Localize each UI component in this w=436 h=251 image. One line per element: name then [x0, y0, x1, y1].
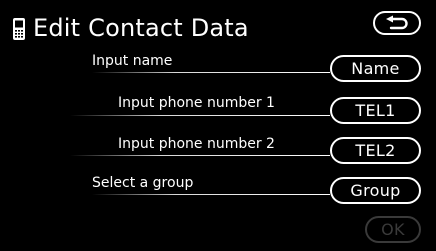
page-title: Edit Contact Data [33, 14, 249, 42]
mobile-phone-icon [13, 18, 25, 40]
row-divider [92, 72, 330, 73]
tel2-button[interactable]: TEL2 [330, 137, 421, 164]
tel1-button[interactable]: TEL1 [330, 97, 421, 124]
group-button[interactable]: Group [330, 177, 421, 204]
ok-button[interactable]: OK [365, 216, 421, 243]
name-button[interactable]: Name [330, 55, 421, 82]
input-phone-number-1-label: Input phone number 1 [118, 95, 275, 111]
select-a-group-label: Select a group [92, 175, 194, 191]
row-divider [92, 194, 330, 195]
input-phone-number-2-label: Input phone number 2 [118, 136, 275, 152]
input-name-label: Input name [92, 53, 173, 69]
back-button[interactable] [373, 11, 421, 35]
u-turn-back-arrow-icon [386, 15, 408, 30]
edit-contact-data-screen: Edit Contact Data Input name Name Input … [0, 0, 436, 251]
row-divider [70, 115, 330, 116]
row-divider [70, 155, 330, 156]
